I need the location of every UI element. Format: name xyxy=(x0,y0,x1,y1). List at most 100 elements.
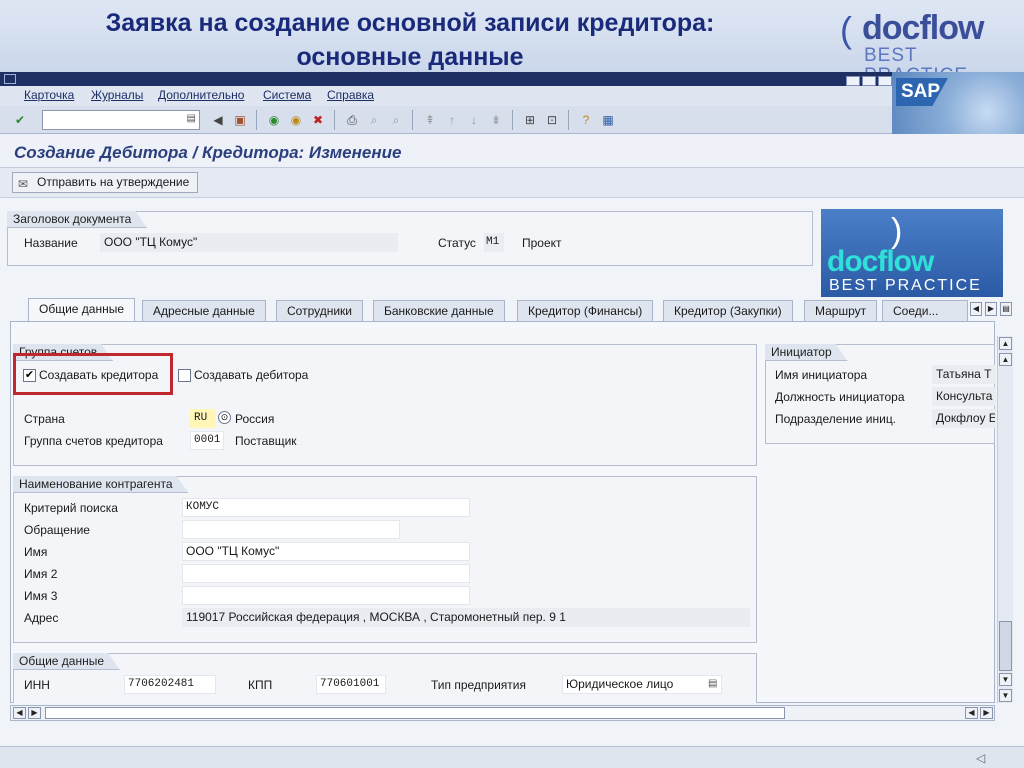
salutation-field[interactable] xyxy=(182,520,400,539)
tab-scroll-left-icon[interactable]: ◀ xyxy=(970,302,982,316)
tab-links[interactable]: Соеди... xyxy=(882,300,968,322)
search-term-field[interactable]: КОМУС xyxy=(182,498,470,517)
name2-field[interactable] xyxy=(182,564,470,583)
name3-label: Имя 3 xyxy=(24,589,58,603)
window-menu-icon[interactable] xyxy=(4,74,16,84)
menu-help[interactable]: Справка xyxy=(327,88,374,102)
next-page-icon[interactable]: ↓ xyxy=(466,112,482,128)
banner-brand: docflow xyxy=(827,245,934,278)
scroll-top-icon[interactable]: ▲ xyxy=(999,337,1012,350)
shortcut-icon[interactable]: ⊡ xyxy=(544,112,560,128)
sap-logo-area: SAP xyxy=(892,72,1024,134)
counterparty-group: Наименование контрагента Критерий поиска… xyxy=(13,476,757,643)
account-group-code-field[interactable]: 0001 xyxy=(190,431,224,450)
account-group-name: Поставщик xyxy=(235,434,297,448)
slide-title-line1: Заявка на создание основной записи креди… xyxy=(105,9,715,37)
kpp-label: КПП xyxy=(248,678,273,692)
tab-scroll-right-icon[interactable]: ▶ xyxy=(985,302,997,316)
scroll-left-end-icon[interactable]: ◀ xyxy=(965,707,978,719)
enterprise-type-field[interactable]: Юридическое лицо xyxy=(562,675,722,694)
find-next-icon[interactable]: ⌕ xyxy=(388,112,404,128)
send-for-approval-button[interactable]: ✉ Отправить на утверждение xyxy=(12,172,199,193)
enter-icon[interactable]: ✔ xyxy=(12,112,28,128)
back-arrow-icon[interactable]: ◀ xyxy=(210,112,226,128)
menu-extras[interactable]: Дополнительно xyxy=(158,88,244,102)
horizontal-scroll-thumb[interactable] xyxy=(45,707,785,719)
status-expand-icon[interactable]: ◁ xyxy=(976,751,985,765)
vertical-scrollbar[interactable]: ▲ ▲ ▼ ▼ xyxy=(997,336,1013,703)
scroll-left-icon[interactable]: ◀ xyxy=(13,707,26,719)
enterprise-type-label: Тип предприятия xyxy=(431,678,526,692)
send-icon: ✉ xyxy=(18,177,29,191)
tab-employees[interactable]: Сотрудники xyxy=(276,300,363,322)
first-page-icon[interactable]: ⇞ xyxy=(422,112,438,128)
highlight-frame xyxy=(13,353,173,395)
create-session-icon[interactable]: ⊞ xyxy=(522,112,538,128)
help-icon[interactable]: ? xyxy=(578,112,594,128)
minimize-button[interactable] xyxy=(846,76,860,86)
tab-strip: Общие данные Адресные данные Сотрудники … xyxy=(10,298,995,322)
tab-bank[interactable]: Банковские данные xyxy=(373,300,505,322)
address-label: Адрес xyxy=(24,611,59,625)
menu-card[interactable]: Карточка xyxy=(24,88,74,102)
print-icon[interactable]: ⎙ xyxy=(344,112,360,128)
save-icon[interactable]: ▣ xyxy=(232,112,248,128)
counterparty-title: Наименование контрагента xyxy=(13,476,189,493)
name2-label: Имя 2 xyxy=(24,567,58,581)
layout-menu-icon[interactable]: ▦ xyxy=(600,112,616,128)
name3-field[interactable] xyxy=(182,586,470,605)
tab-creditor-finance[interactable]: Кредитор (Финансы) xyxy=(517,300,654,322)
slide-title-line2: основные данные xyxy=(296,43,524,71)
find-icon[interactable]: ⌕ xyxy=(366,112,382,128)
enterprise-type-dropdown-icon[interactable]: ▤ xyxy=(708,678,717,689)
slide-title: Заявка на создание основной записи креди… xyxy=(0,6,820,74)
horizontal-scrollbar[interactable]: ◀ ▶ ◀ ▶ xyxy=(10,705,995,721)
previous-page-icon[interactable]: ↑ xyxy=(444,112,460,128)
country-code-field[interactable]: RU xyxy=(190,409,216,428)
status-label: Статус xyxy=(438,236,476,250)
exit-icon[interactable]: ◉ xyxy=(288,112,304,128)
name1-label: Имя xyxy=(24,545,48,559)
back-icon[interactable]: ◉ xyxy=(266,112,282,128)
application-toolbar: ✉ Отправить на утверждение xyxy=(0,168,1024,198)
initiator-name-field: Татьяна Т xyxy=(932,365,996,384)
maximize-button[interactable] xyxy=(862,76,876,86)
initiator-name-label: Имя инициатора xyxy=(775,368,868,382)
inn-label: ИНН xyxy=(24,678,50,692)
inn-field[interactable]: 7706202481 xyxy=(124,675,216,694)
window-controls xyxy=(842,72,892,106)
scroll-right-icon[interactable]: ▶ xyxy=(980,707,993,719)
command-field[interactable]: ▤ xyxy=(42,110,200,130)
tab-address[interactable]: Адресные данные xyxy=(142,300,266,322)
tab-creditor-purchasing[interactable]: Кредитор (Закупки) xyxy=(663,300,793,322)
tab-list-icon[interactable]: ▤ xyxy=(1000,302,1012,316)
scroll-down-icon[interactable]: ▼ xyxy=(999,673,1012,686)
last-page-icon[interactable]: ⇟ xyxy=(488,112,504,128)
country-label: Страна xyxy=(24,412,65,426)
create-debtor-checkbox[interactable] xyxy=(178,369,191,382)
country-lookup-icon[interactable]: ⊙ xyxy=(218,411,231,424)
name1-field[interactable]: ООО "ТЦ Комус" xyxy=(182,542,470,561)
tab-route[interactable]: Маршрут xyxy=(804,300,878,322)
menu-system[interactable]: Система xyxy=(263,88,311,102)
sap-logo: SAP xyxy=(896,78,948,106)
close-window-button[interactable] xyxy=(878,76,892,86)
toolbar-separator xyxy=(412,110,413,130)
status-text: Проект xyxy=(522,236,562,250)
tab-general[interactable]: Общие данные xyxy=(28,298,136,322)
general-data-group: Общие данные ИНН 7706202481 КПП 77060100… xyxy=(13,653,757,703)
general-data-title: Общие данные xyxy=(13,653,120,670)
dropdown-icon[interactable]: ▤ xyxy=(187,113,196,124)
vertical-scroll-thumb[interactable] xyxy=(999,621,1012,671)
scroll-bottom-icon[interactable]: ▼ xyxy=(999,689,1012,702)
toolbar-separator xyxy=(512,110,513,130)
kpp-field[interactable]: 770601001 xyxy=(316,675,386,694)
menu-journals[interactable]: Журналы xyxy=(91,88,143,102)
cancel-icon[interactable]: ✖ xyxy=(310,112,326,128)
toolbar-separator xyxy=(334,110,335,130)
status-bar: ◁ xyxy=(0,746,1024,768)
scroll-up-icon[interactable]: ▲ xyxy=(999,353,1012,366)
scroll-right-small-icon[interactable]: ▶ xyxy=(28,707,41,719)
search-term-label: Критерий поиска xyxy=(24,501,118,515)
toolbar-separator xyxy=(568,110,569,130)
